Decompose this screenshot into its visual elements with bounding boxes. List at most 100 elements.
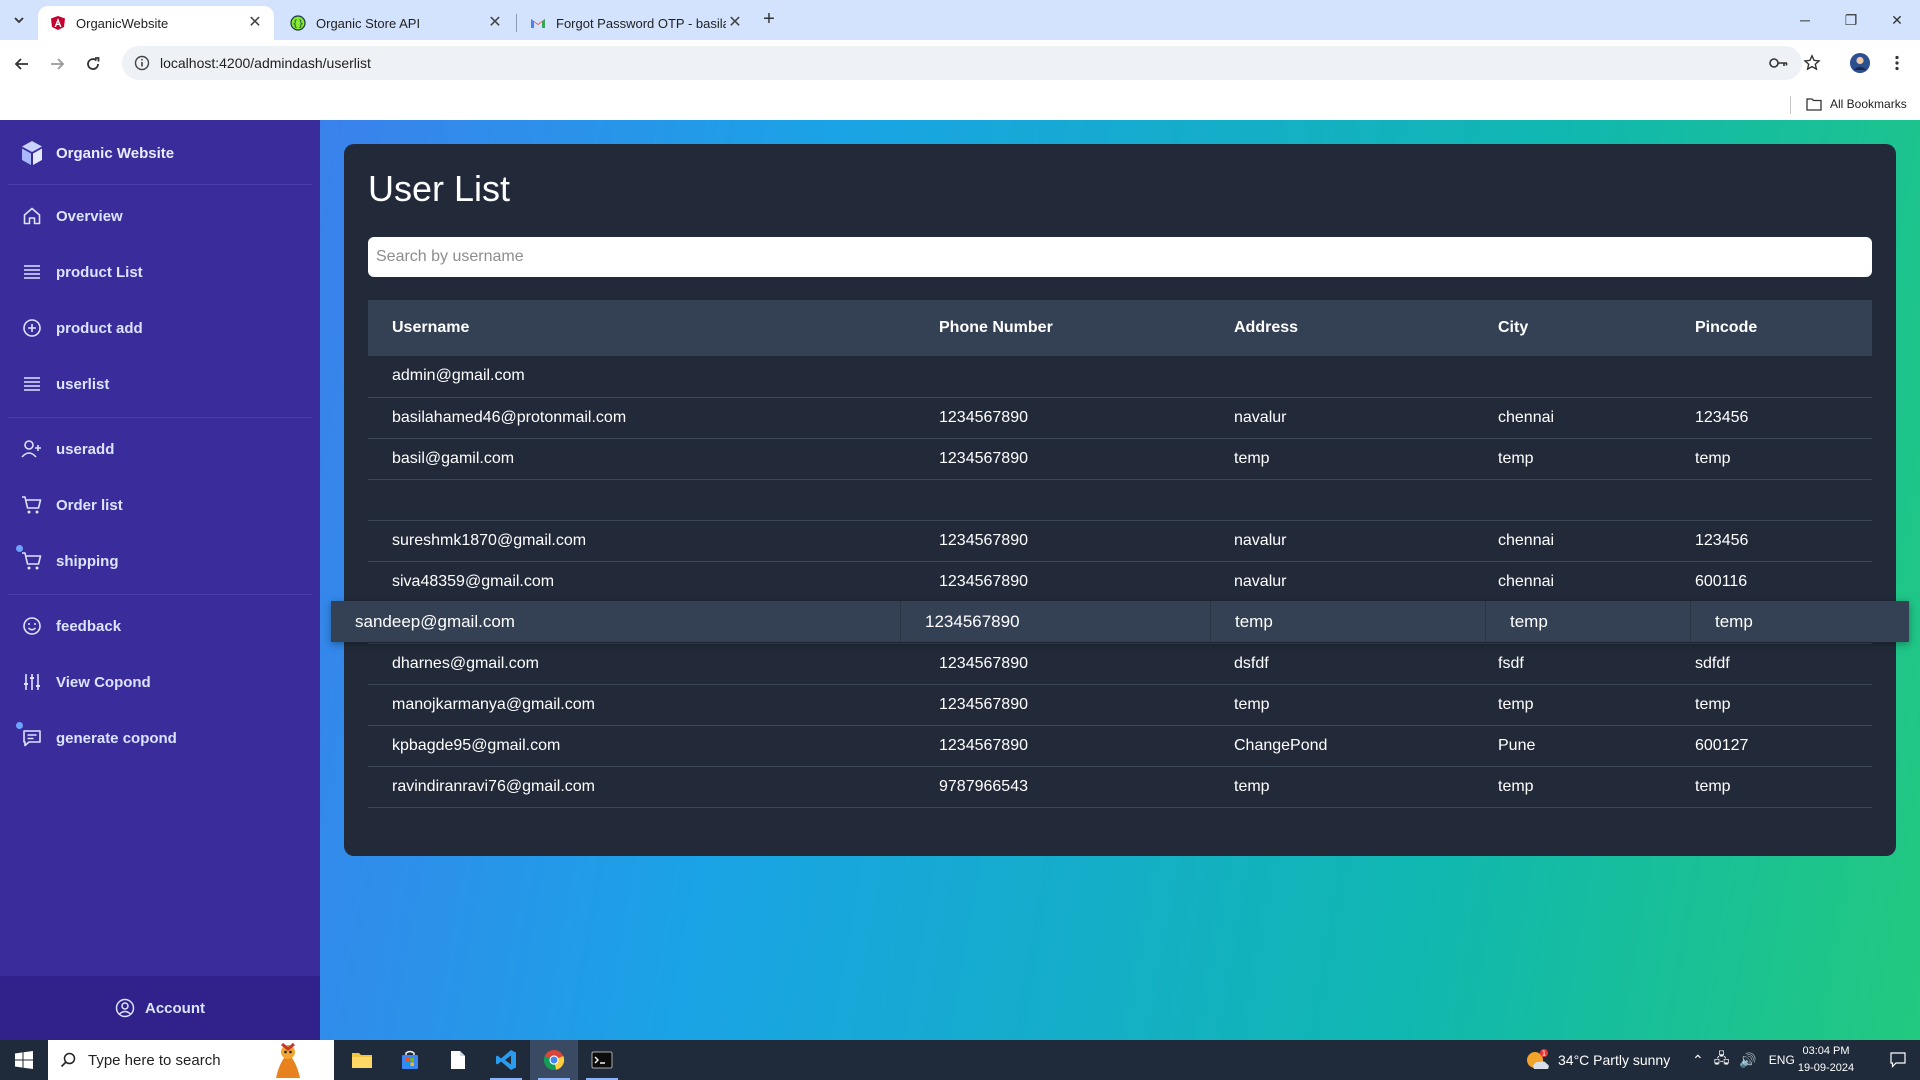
info-icon[interactable] bbox=[134, 55, 150, 71]
taskbar-notepad[interactable] bbox=[434, 1040, 482, 1080]
cell-pincode: temp bbox=[1671, 684, 1872, 726]
cell-address: navalur bbox=[1210, 520, 1474, 562]
sidebar-item-label: View Copond bbox=[56, 673, 151, 691]
all-bookmarks-label: All Bookmarks bbox=[1830, 97, 1907, 111]
table-row[interactable]: admin@gmail.com bbox=[368, 356, 1872, 398]
table-row[interactable]: ravindiranravi76@gmail.com 9787966543 temp… bbox=[368, 766, 1872, 808]
bookmark-star-icon[interactable] bbox=[1801, 52, 1823, 74]
sidebar-item-product-add[interactable]: product add bbox=[20, 313, 143, 343]
table-row[interactable]: sureshmk1870@gmail.com 1234567890 navalur c… bbox=[368, 520, 1872, 562]
browser-tab-organicwebsite[interactable]: OrganicWebsite ✕ bbox=[38, 6, 274, 40]
forward-button[interactable] bbox=[45, 52, 69, 76]
close-icon[interactable]: ✕ bbox=[726, 14, 744, 32]
taskbar-file-explorer[interactable] bbox=[338, 1040, 386, 1080]
taskbar-store[interactable] bbox=[386, 1040, 434, 1080]
sidebar-item-shipping[interactable]: shipping bbox=[16, 545, 119, 576]
cell-city: chennai bbox=[1474, 561, 1671, 603]
reload-icon bbox=[87, 57, 100, 70]
sidebar-item-label: shipping bbox=[56, 552, 119, 570]
taskbar-vscode[interactable] bbox=[482, 1040, 530, 1080]
cortana-character-icon bbox=[276, 1042, 300, 1078]
browser-tab-gmail[interactable]: Forgot Password OTP - basilahamed46 ✕ bbox=[518, 6, 754, 40]
address-bar[interactable]: localhost:4200/admindash/userlist bbox=[122, 46, 1802, 80]
cell-phone: 1234567890 bbox=[915, 438, 1210, 480]
weather-widget[interactable]: 1 34°C Partly sunny bbox=[1524, 1040, 1670, 1080]
new-tab-button[interactable]: + bbox=[758, 9, 780, 31]
table-row[interactable]: basil@gamil.com 1234567890 temp temp temp bbox=[368, 438, 1872, 480]
chevron-up-icon[interactable]: ⌃ bbox=[1692, 1052, 1704, 1069]
cell-pincode: 600127 bbox=[1671, 725, 1872, 767]
start-button[interactable] bbox=[0, 1040, 48, 1080]
chrome-icon bbox=[543, 1050, 565, 1071]
swagger-icon: {} bbox=[290, 15, 306, 31]
profile-avatar[interactable] bbox=[1849, 52, 1871, 74]
table-row[interactable]: kpbagde95@gmail.com 1234567890 ChangePond P… bbox=[368, 725, 1872, 767]
brand[interactable]: Organic Website bbox=[20, 138, 174, 168]
taskbar-chrome[interactable] bbox=[530, 1040, 578, 1080]
sidebar-item-view-copond[interactable]: View Copond bbox=[20, 667, 151, 697]
language-indicator[interactable]: ENG bbox=[1769, 1053, 1795, 1067]
table-row-hovered[interactable]: sandeep@gmail.com 1234567890 temp temp temp bbox=[331, 601, 1909, 642]
reload-button[interactable] bbox=[81, 52, 105, 76]
taskbar-terminal[interactable] bbox=[578, 1040, 626, 1080]
cell-phone: 1234567890 bbox=[915, 397, 1210, 439]
cell-city: Pune bbox=[1474, 725, 1671, 767]
folder-icon bbox=[352, 1053, 372, 1068]
table-row[interactable]: basilahamed46@protonmail.com 1234567890 na… bbox=[368, 397, 1872, 439]
cart-icon bbox=[20, 493, 44, 517]
search-icon bbox=[60, 1052, 76, 1068]
sidebar-item-order-list[interactable]: Order list bbox=[20, 490, 123, 520]
url-text[interactable]: localhost:4200/admindash/userlist bbox=[160, 55, 371, 71]
cell-phone bbox=[915, 356, 1210, 398]
restore-button[interactable]: ❐ bbox=[1828, 0, 1874, 40]
column-header-phone[interactable]: Phone Number bbox=[915, 300, 1210, 356]
tab-search-button[interactable] bbox=[8, 9, 30, 31]
account-button[interactable]: Account bbox=[0, 976, 320, 1040]
search-input[interactable] bbox=[368, 237, 1872, 277]
column-header-city[interactable]: City bbox=[1474, 300, 1671, 356]
back-button[interactable] bbox=[10, 52, 34, 76]
minimize-button[interactable]: ─ bbox=[1782, 0, 1828, 40]
cell-city: temp bbox=[1474, 438, 1671, 480]
cell-phone: 1234567890 bbox=[915, 643, 1210, 685]
notification-button[interactable] bbox=[1878, 1040, 1918, 1080]
volume-icon[interactable]: 🔊 bbox=[1739, 1052, 1756, 1069]
browser-tab-organic-store-api[interactable]: {} Organic Store API ✕ bbox=[278, 6, 514, 40]
sidebar-item-product-list[interactable]: product List bbox=[20, 257, 143, 287]
sidebar-item-label: Overview bbox=[56, 207, 123, 225]
all-bookmarks-button[interactable]: All Bookmarks bbox=[1806, 94, 1907, 114]
brand-name: Organic Website bbox=[56, 144, 175, 162]
clock[interactable]: 03:04 PM 19-09-2024 bbox=[1796, 1043, 1856, 1077]
sidebar-item-useradd[interactable]: useradd bbox=[20, 434, 114, 464]
list-icon bbox=[20, 260, 44, 284]
sidebar-item-userlist[interactable]: userlist bbox=[20, 369, 109, 399]
cell-address: temp bbox=[1211, 601, 1486, 642]
sidebar-item-feedback[interactable]: feedback bbox=[20, 611, 121, 641]
tab-title: Organic Store API bbox=[316, 15, 421, 31]
cell-city: temp bbox=[1474, 766, 1671, 808]
close-icon[interactable]: ✕ bbox=[486, 14, 504, 32]
table-row[interactable]: manojkarmanya@gmail.com 1234567890 temp tem… bbox=[368, 684, 1872, 726]
network-icon[interactable]: 🖧 bbox=[1714, 1048, 1730, 1072]
close-window-button[interactable]: ✕ bbox=[1874, 0, 1920, 40]
cell-username: basil@gamil.com bbox=[368, 438, 915, 480]
user-add-icon bbox=[20, 437, 44, 461]
app-page: Organic Website Overview product List pr… bbox=[0, 120, 1920, 1040]
password-key-icon[interactable] bbox=[1768, 52, 1790, 74]
cell-phone: 9787966543 bbox=[915, 766, 1210, 808]
cell-address: navalur bbox=[1210, 561, 1474, 603]
sidebar-item-overview[interactable]: Overview bbox=[20, 201, 123, 231]
cell-username: sureshmk1870@gmail.com bbox=[368, 520, 915, 562]
column-header-username[interactable]: Username bbox=[368, 300, 915, 356]
taskbar-search[interactable]: Type here to search bbox=[48, 1040, 334, 1080]
cell-phone: 1234567890 bbox=[915, 725, 1210, 767]
column-header-pincode[interactable]: Pincode bbox=[1671, 300, 1872, 356]
tray-icons[interactable]: ⌃ 🖧 🔊 ENG bbox=[1692, 1040, 1795, 1080]
sidebar-item-generate-copond[interactable]: generate copond bbox=[16, 722, 177, 753]
column-header-address[interactable]: Address bbox=[1210, 300, 1474, 356]
table-row[interactable]: dharnes@gmail.com 1234567890 dsfdf fsdf sdfd… bbox=[368, 643, 1872, 685]
cell-phone: 1234567890 bbox=[915, 561, 1210, 603]
table-row[interactable]: siva48359@gmail.com 1234567890 navalur chen… bbox=[368, 561, 1872, 603]
kebab-menu-icon[interactable] bbox=[1886, 52, 1908, 74]
close-icon[interactable]: ✕ bbox=[246, 14, 264, 32]
